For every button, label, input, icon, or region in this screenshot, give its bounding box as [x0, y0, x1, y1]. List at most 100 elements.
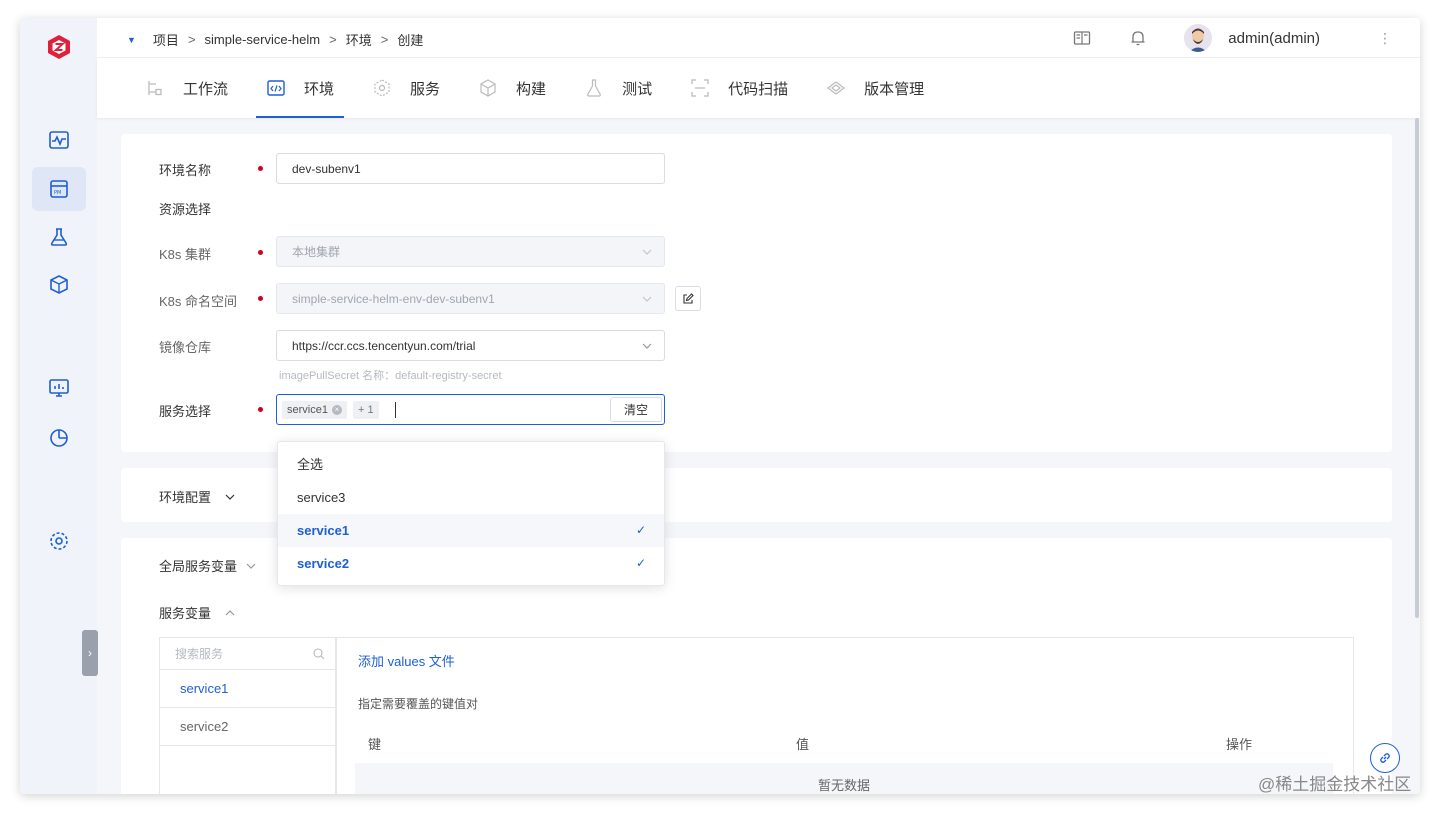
svg-text:PM: PM: [54, 190, 61, 196]
page-scrollbar[interactable]: [1415, 118, 1419, 618]
option-select-all[interactable]: 全选: [278, 448, 664, 481]
version-icon: [827, 81, 846, 95]
sidebar: PM ›: [20, 18, 98, 794]
col-key: 键: [368, 737, 382, 752]
namespace-value: simple-service-helm-env-dev-subenv1: [292, 291, 495, 306]
top-right-actions: admin(admin) ⋮: [1036, 24, 1392, 52]
option-label: service3: [297, 490, 346, 505]
env-name-input[interactable]: dev-subenv1: [276, 153, 665, 184]
app-window: PM › ▼ 项目 > simple-service-helm > 环境 > 创…: [20, 18, 1420, 794]
sidebar-expand-handle[interactable]: ›: [82, 630, 98, 676]
search-placeholder: 搜索服务: [175, 647, 224, 661]
tab-test[interactable]: 测试: [574, 58, 662, 118]
env-name-value: dev-subenv1: [292, 161, 361, 176]
kv-empty-state: 暂无数据: [355, 763, 1333, 794]
registry-select[interactable]: https://ccr.ccs.tencentyun.com/trial: [276, 330, 665, 361]
env-name-label: 环境名称: [159, 163, 212, 178]
close-icon[interactable]: ×: [331, 404, 342, 415]
sidebar-test-icon[interactable]: [32, 215, 86, 259]
tab-version[interactable]: 版本管理: [816, 58, 934, 118]
namespace-label: K8s 命名空间: [159, 294, 238, 309]
registry-hint: imagePullSecret 名称：default-registry-secr…: [279, 370, 502, 382]
edit-icon: [683, 292, 694, 304]
option-label: service1: [297, 523, 350, 538]
sidebar-settings-icon[interactable]: [32, 519, 86, 563]
services-label: 服务选择: [159, 404, 212, 419]
tab-label: 服务: [410, 80, 441, 98]
env-config-toggle[interactable]: 环境配置: [159, 487, 235, 506]
required-dot: [258, 407, 263, 412]
tab-build[interactable]: 构建: [468, 58, 556, 118]
sidebar-artifact-icon[interactable]: [32, 263, 86, 307]
tab-service[interactable]: 服务: [362, 58, 450, 118]
chevron-down-icon: [642, 296, 652, 302]
service-icon: [374, 79, 390, 97]
option-label: 全选: [297, 457, 324, 472]
build-cube-icon: [480, 79, 496, 97]
required-dot: [258, 166, 263, 171]
breadcrumb-separator: >: [187, 32, 196, 47]
sidebar-statistics-icon[interactable]: [32, 415, 86, 459]
required-dot: [258, 250, 263, 255]
required-dot: [258, 296, 263, 301]
service-list-item[interactable]: service1: [160, 670, 335, 708]
breadcrumb: ▼ 项目 > simple-service-helm > 环境 > 创建: [127, 30, 423, 49]
sidebar-dashboard-icon[interactable]: [32, 366, 86, 410]
section-title: 环境配置: [159, 490, 212, 505]
cluster-label: K8s 集群: [159, 247, 212, 262]
tab-label: 环境: [304, 80, 335, 98]
namespace-select[interactable]: simple-service-helm-env-dev-subenv1: [276, 283, 665, 314]
code-env-icon: [267, 80, 285, 96]
col-action: 操作: [1226, 737, 1253, 752]
more-vertical-icon[interactable]: ⋮: [1378, 31, 1392, 45]
edit-namespace-button[interactable]: [675, 286, 701, 311]
docs-book-icon[interactable]: [1072, 28, 1092, 48]
caret-down-icon[interactable]: ▼: [127, 35, 136, 45]
service-vars-toggle[interactable]: 服务变量: [159, 603, 235, 622]
option-service2[interactable]: service2 ✓: [278, 547, 664, 580]
kv-override-title: 指定需要覆盖的键值对: [358, 697, 479, 711]
tab-workflow[interactable]: 工作流: [135, 58, 238, 118]
link-float-button[interactable]: [1370, 743, 1400, 773]
add-values-file-link[interactable]: 添加 values 文件: [358, 651, 455, 670]
check-icon: ✓: [635, 523, 646, 537]
section-title: 全局服务变量: [159, 559, 238, 574]
chevron-down-icon: [642, 343, 652, 349]
values-panel: 添加 values 文件 指定需要覆盖的键值对 键 值 操作 暂无数据: [336, 637, 1354, 794]
user-name[interactable]: admin(admin): [1228, 30, 1320, 47]
module-tabs: 工作流 环境 服务 构建 测试 代码扫描 版本管理: [97, 58, 1420, 118]
services-multiselect[interactable]: service1 × + 1 清空: [276, 394, 665, 425]
sidebar-project-icon[interactable]: PM: [32, 167, 86, 211]
tab-label: 版本管理: [864, 80, 925, 98]
tab-code-scan[interactable]: 代码扫描: [680, 58, 798, 118]
avatar[interactable]: [1184, 24, 1213, 52]
clear-button[interactable]: 清空: [610, 397, 662, 422]
sidebar-monitor-icon[interactable]: [32, 118, 86, 162]
zadig-logo-icon[interactable]: [46, 34, 72, 60]
breadcrumb-item-project[interactable]: 项目: [153, 30, 179, 49]
chevron-up-icon: [225, 609, 235, 615]
option-service3[interactable]: service3: [278, 481, 664, 514]
workflow-icon: [148, 81, 162, 96]
breadcrumb-separator: >: [329, 32, 337, 47]
search-icon: [313, 648, 325, 660]
chevron-down-icon: [642, 249, 652, 255]
link-icon: [1380, 753, 1390, 763]
search-service-input[interactable]: 搜索服务: [160, 638, 335, 670]
bell-icon[interactable]: [1128, 28, 1148, 48]
chevron-down-icon: [246, 563, 256, 569]
services-dropdown: 全选 service3 service1 ✓ service2 ✓: [277, 441, 665, 586]
breadcrumb-separator: >: [380, 32, 389, 47]
service-list-item[interactable]: service2: [160, 708, 335, 746]
cluster-select[interactable]: 本地集群: [276, 236, 665, 267]
tab-label: 代码扫描: [728, 80, 789, 98]
tag-label: service1: [287, 403, 328, 416]
registry-value: https://ccr.ccs.tencentyun.com/trial: [292, 338, 476, 353]
option-service1[interactable]: service1 ✓: [278, 514, 664, 547]
breadcrumb-item-project-name[interactable]: simple-service-helm: [205, 32, 321, 47]
tab-label: 构建: [516, 80, 547, 98]
breadcrumb-item-env[interactable]: 环境: [346, 30, 372, 49]
tab-environment[interactable]: 环境: [256, 58, 345, 118]
global-vars-toggle[interactable]: 全局服务变量: [159, 556, 256, 575]
option-label: service2: [297, 556, 350, 571]
